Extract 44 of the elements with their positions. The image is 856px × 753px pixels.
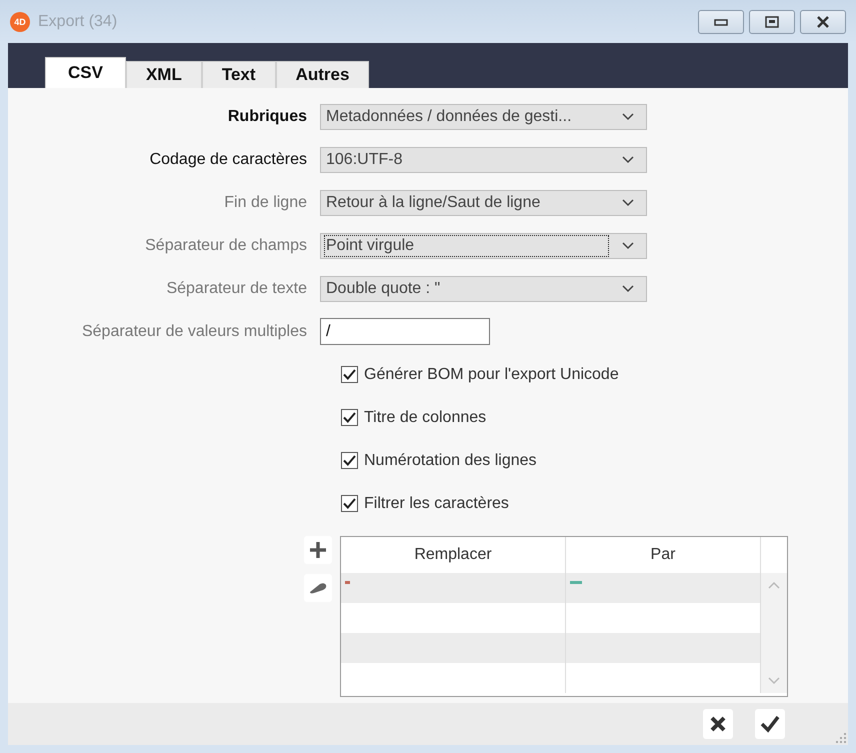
add-button[interactable]	[304, 536, 332, 564]
close-icon	[815, 16, 831, 28]
checkbox[interactable]	[341, 452, 358, 469]
maximize-icon	[765, 16, 779, 28]
chevron-down-icon	[622, 284, 634, 292]
field-label: Rubriques	[226, 108, 308, 126]
window-title: Export (34)	[38, 12, 118, 30]
field-label: Séparateur de champs	[144, 236, 308, 254]
checkbox-label: Numérotation des lignes	[364, 452, 537, 470]
eraser-button[interactable]	[304, 574, 332, 602]
chevron-down-icon	[622, 198, 634, 206]
text-mark-icon	[570, 581, 582, 584]
field-label: Séparateur de texte	[165, 280, 308, 298]
checkbox[interactable]	[341, 409, 358, 426]
text-mark-icon	[345, 581, 350, 584]
chevron-down-icon	[622, 112, 634, 120]
chevron-down-icon	[622, 242, 634, 250]
close-icon	[710, 716, 726, 732]
checkbox[interactable]	[341, 495, 358, 512]
maximize-button[interactable]	[749, 10, 795, 34]
field-label: Fin de ligne	[223, 194, 308, 212]
field-label: Séparateur de valeurs multiples	[80, 322, 308, 340]
tab[interactable]: CSV	[45, 57, 126, 88]
plus-icon	[310, 542, 326, 558]
dropdown[interactable]: Metadonnées / données de gesti...	[320, 104, 647, 130]
app-logo: 4D	[10, 12, 30, 32]
tab[interactable]: XML	[126, 61, 202, 88]
checkmark-icon	[760, 715, 780, 733]
tab[interactable]: Autres	[276, 61, 370, 88]
checkbox-label: Filtrer les caractères	[364, 494, 509, 512]
dropdown[interactable]: 106:UTF-8	[320, 146, 647, 172]
tab[interactable]: Text	[202, 61, 276, 88]
ok-button[interactable]	[755, 709, 785, 739]
minimize-button[interactable]	[698, 10, 744, 34]
resize-grip-icon[interactable]	[836, 733, 846, 743]
checkbox-label: Titre de colonnes	[364, 408, 486, 426]
chevron-down-icon	[622, 156, 634, 164]
close-button[interactable]	[800, 10, 846, 34]
checkbox-label: Générer BOM pour l'export Unicode	[364, 366, 619, 384]
checkbox[interactable]	[341, 366, 358, 383]
cancel-button[interactable]	[703, 709, 733, 739]
field-label: Codage de caractères	[148, 150, 308, 168]
minimize-icon	[714, 18, 728, 26]
eraser-icon	[308, 582, 328, 594]
